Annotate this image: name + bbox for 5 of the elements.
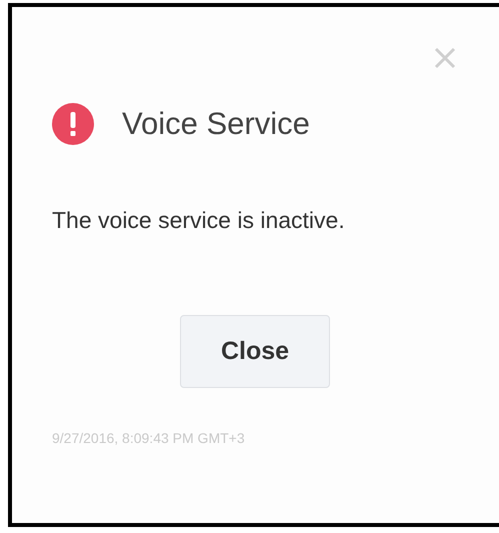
dialog-message: The voice service is inactive.	[52, 207, 346, 234]
close-button[interactable]: Close	[180, 315, 330, 388]
exclamation-icon	[52, 103, 94, 145]
close-icon[interactable]	[434, 47, 456, 69]
dialog-title: Voice Service	[122, 106, 310, 142]
